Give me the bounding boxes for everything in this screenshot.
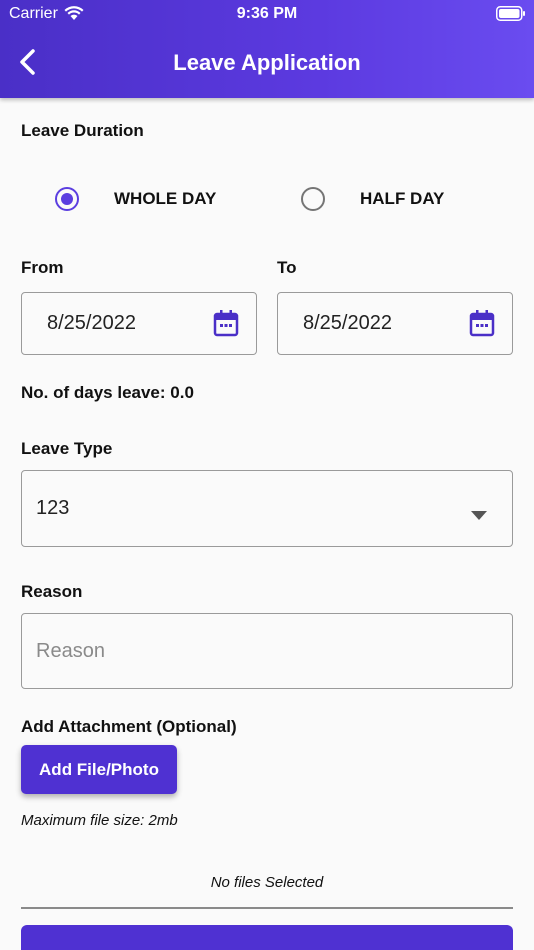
max-file-size-note: Maximum file size: 2mb bbox=[21, 812, 178, 829]
submit-button[interactable] bbox=[21, 925, 513, 950]
status-bar: Carrier 9:36 PM bbox=[0, 0, 534, 28]
app-header: Carrier 9:36 PM Leave Application bbox=[0, 0, 534, 98]
leave-type-value: 123 bbox=[36, 497, 70, 519]
reason-label: Reason bbox=[21, 582, 83, 601]
divider bbox=[21, 907, 513, 909]
battery-icon bbox=[496, 6, 525, 21]
leave-type-label: Leave Type bbox=[21, 439, 113, 458]
reason-placeholder: Reason bbox=[36, 640, 105, 662]
dropdown-arrow-icon[interactable] bbox=[471, 511, 487, 520]
from-label: From bbox=[21, 258, 64, 277]
from-date-field[interactable]: 8/25/2022 bbox=[21, 292, 257, 355]
calendar-icon[interactable] bbox=[213, 309, 239, 337]
add-file-photo-button[interactable]: Add File/Photo bbox=[21, 745, 177, 794]
radio-whole-day[interactable] bbox=[55, 187, 79, 211]
radio-half-day[interactable] bbox=[301, 187, 325, 211]
leave-duration-label: Leave Duration bbox=[21, 121, 144, 140]
from-date-value: 8/25/2022 bbox=[47, 312, 136, 334]
radio-half-day-label[interactable]: HALF DAY bbox=[360, 189, 444, 209]
files-status-text: No files Selected bbox=[210, 874, 324, 891]
page-title: Leave Application bbox=[173, 50, 361, 75]
leave-type-dropdown[interactable]: 123 bbox=[21, 470, 513, 547]
calendar-icon[interactable] bbox=[469, 309, 495, 337]
days-leave-text: No. of days leave: 0.0 bbox=[21, 383, 194, 402]
radio-whole-day-label[interactable]: WHOLE DAY bbox=[114, 189, 216, 209]
status-time: 9:36 PM bbox=[236, 5, 298, 22]
attachment-label: Add Attachment (Optional) bbox=[21, 717, 237, 736]
to-label: To bbox=[277, 258, 297, 277]
to-date-field[interactable]: 8/25/2022 bbox=[277, 292, 513, 355]
to-date-value: 8/25/2022 bbox=[303, 312, 392, 334]
reason-input[interactable]: Reason bbox=[21, 613, 513, 689]
